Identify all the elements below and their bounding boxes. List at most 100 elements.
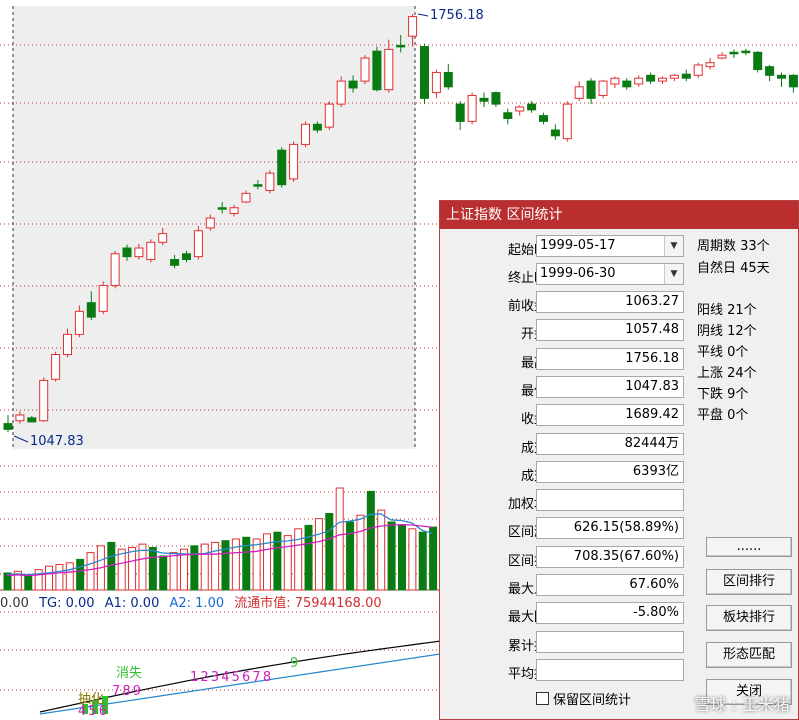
chevron-down-icon[interactable]: ▼ <box>664 264 683 284</box>
signal-seq-3: 7 8 9 <box>112 684 141 699</box>
stat-row-value[interactable]: 626.15(58.89%) <box>536 517 684 539</box>
stat-up: 上涨 24个 <box>697 366 757 381</box>
end-time-row: 终止时间 1999-06-30 ▼ <box>440 263 690 287</box>
stat-row-value[interactable] <box>536 659 684 681</box>
volume-bar <box>314 518 323 591</box>
stat-row-value[interactable] <box>536 631 684 653</box>
stat-row: 成交额6393亿 <box>440 461 690 485</box>
candle-body <box>86 302 96 318</box>
signal-seq-2: 9 <box>290 656 299 671</box>
end-time-value: 1999-06-30 <box>540 266 616 281</box>
candle-body <box>717 54 727 59</box>
indicator-prefix: 0.00 <box>0 596 29 611</box>
dialog-title[interactable]: 上证指数 区间统计 <box>440 201 798 229</box>
stat-row-value[interactable]: 67.60% <box>536 574 684 596</box>
stat-row: 加权均价 <box>440 489 690 513</box>
keep-range-checkbox[interactable]: 保留区间统计 <box>536 689 631 708</box>
candle-body <box>669 74 679 79</box>
range-ranking-button[interactable]: 区间排行 <box>706 569 792 595</box>
stat-row: 平均换手 <box>440 659 690 683</box>
candle-body <box>610 77 620 85</box>
indicator-float-cap: 流通市值: 75944168.00 <box>234 596 382 611</box>
volume-bar <box>325 513 334 591</box>
candle-body <box>277 149 287 186</box>
candle-body <box>634 77 644 85</box>
candle-body <box>324 103 334 128</box>
chevron-down-icon[interactable]: ▼ <box>664 236 683 256</box>
end-time-select[interactable]: 1999-06-30 ▼ <box>536 263 684 285</box>
candle-body <box>550 129 560 137</box>
candle-body <box>753 51 763 71</box>
volume-bar <box>169 552 178 591</box>
candle-body <box>729 51 739 55</box>
candle-body <box>193 230 203 258</box>
stat-row-value[interactable]: 6393亿 <box>536 461 684 483</box>
checkbox-box[interactable] <box>536 692 549 705</box>
candle-body <box>253 184 263 187</box>
candle-body <box>681 73 691 79</box>
stat-down: 下跌 9个 <box>697 387 749 402</box>
candle-body <box>705 62 715 68</box>
candle-body <box>205 217 215 229</box>
stat-periods: 周期数 33个 <box>697 239 770 254</box>
indicator-tg: TG: 0.00 <box>39 596 95 611</box>
volume-bar <box>211 541 220 591</box>
stat-row: 最大回撤 -5.80% <box>440 602 690 626</box>
sector-ranking-button[interactable]: 板块排行 <box>706 605 792 631</box>
candle-body <box>15 414 25 422</box>
stat-row-value[interactable]: 1689.42 <box>536 404 684 426</box>
volume-bar <box>76 558 85 591</box>
volume-bar <box>65 562 74 591</box>
candle-body <box>658 77 667 82</box>
more-button[interactable]: ...... <box>706 537 792 557</box>
volume-bar <box>159 555 168 591</box>
candle-body <box>289 143 299 180</box>
candle-body <box>301 123 310 145</box>
low-price-label: 1047.83 <box>30 434 84 449</box>
volume-bar <box>117 548 126 591</box>
candle-body <box>788 74 798 88</box>
indicator-legend: 0.00 TG: 0.00 A1: 0.00 A2: 1.00 流通市值: 75… <box>0 592 388 611</box>
candle-body <box>98 284 108 312</box>
volume-bar <box>294 528 303 591</box>
candle-body <box>598 80 608 96</box>
candle-body <box>27 417 37 423</box>
volume-bar <box>200 543 209 591</box>
candle-body <box>503 112 513 119</box>
stat-row: 前收盘价 1063.27 <box>440 291 690 315</box>
stat-row-value[interactable]: 1047.83 <box>536 376 684 398</box>
volume-bar <box>24 574 33 591</box>
candle-body <box>265 172 275 191</box>
stat-row: 累计换手 <box>440 631 690 655</box>
stat-row: 最低价1047.83 <box>440 376 690 400</box>
candle-body <box>396 44 406 48</box>
candle-body <box>122 247 132 258</box>
candle-body <box>491 92 501 105</box>
candle-body <box>360 57 370 82</box>
watermark: 雪球 : 玉米猪 <box>694 695 790 714</box>
candle-body <box>372 50 382 91</box>
high-price-label: 1756.18 <box>430 8 484 23</box>
volume-bar <box>148 547 157 591</box>
start-time-select[interactable]: 1999-05-17 ▼ <box>536 235 684 257</box>
stat-row: 成交量82444万 <box>440 433 690 457</box>
stat-row-value[interactable]: 1063.27 <box>536 291 684 313</box>
stat-row-value[interactable] <box>536 489 684 511</box>
volume-bar <box>429 526 438 591</box>
stat-row: 区间振幅 708.35(67.60%) <box>440 546 690 570</box>
stat-row-value[interactable]: 708.35(67.60%) <box>536 546 684 568</box>
stat-row-value[interactable]: -5.80% <box>536 602 684 624</box>
candle-body <box>539 115 548 122</box>
candle-body <box>312 123 322 131</box>
candle-body <box>586 80 596 99</box>
stat-row-value[interactable]: 82444万 <box>536 433 684 455</box>
signal-seq-1: 1 2 3 4 5 6 7 8 <box>190 670 271 685</box>
candle-body <box>63 333 72 356</box>
candle-body <box>146 241 156 261</box>
indicator-a2: A2: 1.00 <box>169 596 225 611</box>
signal-seq-4: 4 5 6 <box>78 704 107 719</box>
stat-row-value[interactable]: 1057.48 <box>536 319 684 341</box>
candle-body <box>431 71 441 94</box>
stat-row-value[interactable]: 1756.18 <box>536 348 684 370</box>
pattern-match-button[interactable]: 形态匹配 <box>706 642 792 668</box>
